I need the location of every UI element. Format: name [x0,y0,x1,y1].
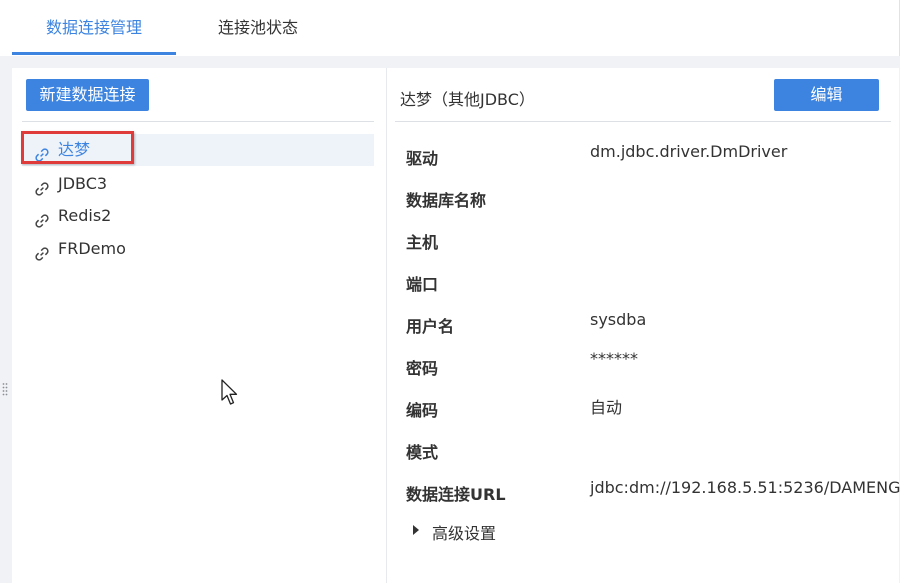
mouse-cursor-icon [220,379,240,407]
edit-button[interactable]: 编辑 [774,79,879,111]
field-label-encoding: 编码 [406,401,439,420]
field-label-port: 端口 [406,275,439,294]
connection-name: 达梦 [58,140,91,159]
detail-title: 达梦（其他JDBC） [400,90,535,109]
tab-data-connection-management[interactable]: 数据连接管理 [12,0,176,56]
advanced-settings-label: 高级设置 [432,524,497,543]
drag-handle-icon[interactable] [2,382,8,400]
field-value-password: ****** [590,349,638,368]
field-label-username: 用户名 [406,317,455,336]
connection-item-dameng[interactable]: 达梦 [22,134,374,166]
link-icon [34,176,50,196]
field-label-password: 密码 [406,359,439,378]
tab-bar: 数据连接管理 连接池状态 [0,0,900,56]
connection-detail-panel: 达梦（其他JDBC） 编辑 驱动 dm.jdbc.driver.DmDriver… [387,68,900,583]
field-value-encoding: 自动 [590,398,623,417]
divider [22,121,374,122]
connection-item-redis2[interactable]: Redis2 [22,200,374,232]
field-label-connection-url: 数据连接URL [406,485,506,504]
link-icon [34,208,50,228]
field-label-database-name: 数据库名称 [406,191,487,210]
tab-connection-pool-status[interactable]: 连接池状态 [176,0,340,56]
field-value-driver: dm.jdbc.driver.DmDriver [590,142,788,161]
connection-name: Redis2 [58,206,112,225]
field-value-connection-url: jdbc:dm://192.168.5.51:5236/DAMENG [590,478,900,497]
connection-name: JDBC3 [58,174,108,193]
link-icon [34,142,50,162]
connection-name: FRDemo [58,239,126,258]
new-data-connection-button[interactable]: 新建数据连接 [26,79,149,111]
connection-item-jdbc3[interactable]: JDBC3 [22,168,374,200]
link-icon [34,241,50,261]
field-label-host: 主机 [406,233,439,252]
active-tab-indicator [12,52,176,55]
field-label-schema: 模式 [406,443,439,462]
divider [395,121,891,122]
triangle-right-icon [413,525,419,535]
field-label-driver: 驱动 [406,149,439,168]
field-value-username: sysdba [590,310,647,329]
connection-list-panel: 新建数据连接 达梦 JDBC3 Redis2 FRDemo [12,68,386,583]
connection-item-frdemo[interactable]: FRDemo [22,233,374,265]
